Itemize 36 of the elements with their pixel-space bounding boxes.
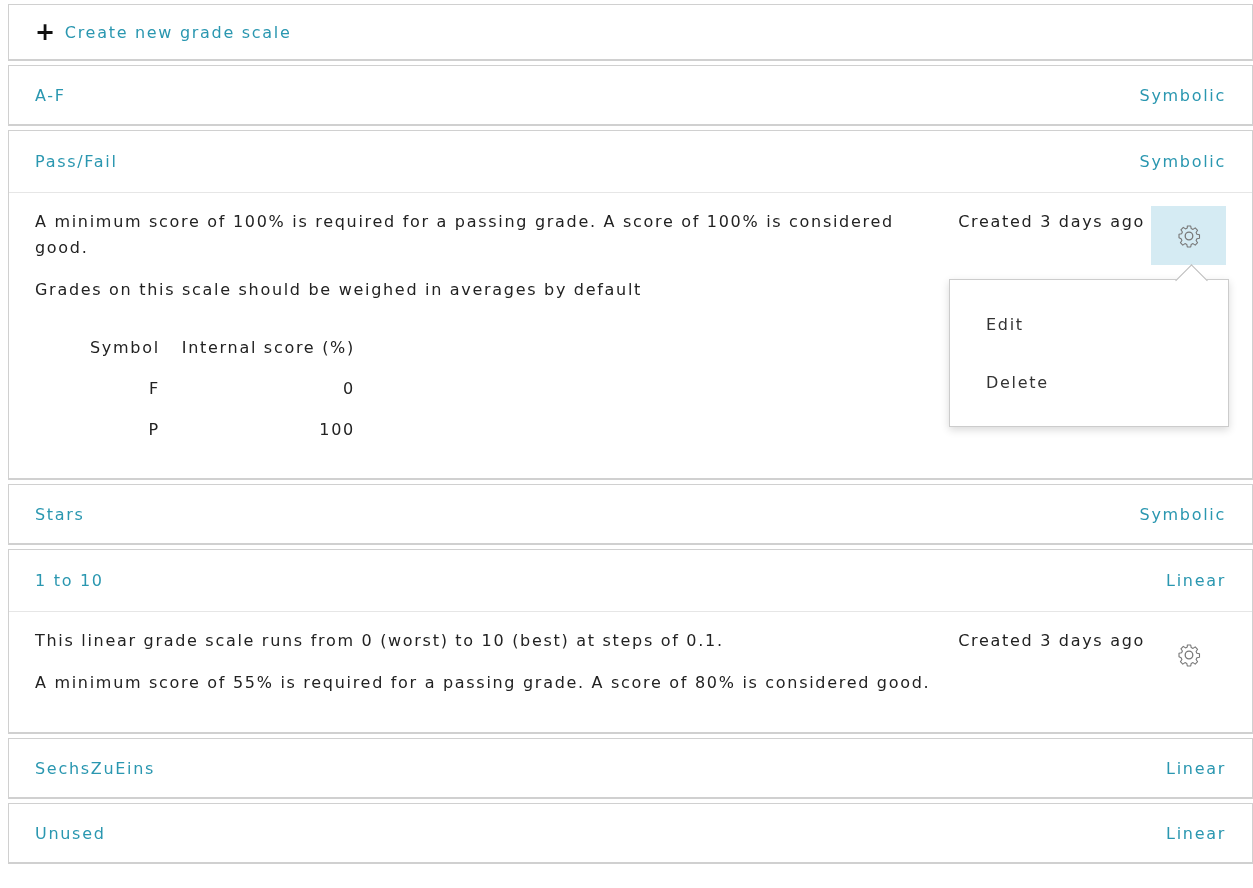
scale-name[interactable]: Unused xyxy=(35,823,106,843)
scale-header[interactable]: Unused Linear xyxy=(9,804,1252,862)
description-text: Grades on this scale should be weighed in averages by default xyxy=(35,279,644,301)
scale-header[interactable]: Stars Symbolic xyxy=(9,485,1252,543)
description-text: A minimum score of 100% is required for a passing grade. A score of 100% is considered good. xyxy=(35,211,895,259)
scale-name[interactable]: Stars xyxy=(35,504,85,524)
menu-item[interactable]: Delete xyxy=(950,354,1228,412)
scale-name[interactable]: 1 to 10 xyxy=(35,571,104,590)
table-cell-text: P xyxy=(147,419,161,441)
table-cell-text: 0 xyxy=(342,378,355,400)
settings-icon xyxy=(1176,642,1201,667)
scale-type: Linear xyxy=(1166,758,1226,778)
scale-type: Symbolic xyxy=(1139,152,1226,171)
scale-type: Symbolic xyxy=(1139,504,1226,524)
create-scale-link[interactable]: + Create new grade scale xyxy=(35,20,292,44)
menu-item[interactable]: Edit xyxy=(950,296,1228,354)
description-text: A minimum score of 55% is required for a passing grade. A score of 80% is considered good. xyxy=(35,672,932,694)
scale-name[interactable]: Pass/Fail xyxy=(35,152,118,171)
column-header: Symbol xyxy=(90,337,161,359)
settings-button[interactable] xyxy=(1151,206,1226,265)
scale-type: Linear xyxy=(1166,571,1226,590)
table-cell-text: F xyxy=(147,378,161,400)
table-cell-text: 100 xyxy=(318,419,355,441)
scale-type: Symbolic xyxy=(1139,85,1226,105)
column-header: Internal score (%) xyxy=(181,337,355,359)
scale-name[interactable]: A-F xyxy=(35,85,66,105)
scale-header[interactable]: Pass/Fail Symbolic xyxy=(9,131,1252,193)
created-text: Created 3 days ago xyxy=(958,211,1145,233)
scale-name[interactable]: SechsZuEins xyxy=(35,758,156,778)
scale-header[interactable]: SechsZuEins Linear xyxy=(9,739,1252,797)
scale-header[interactable]: 1 to 10 Linear xyxy=(9,550,1252,612)
settings-icon xyxy=(1176,223,1201,248)
created-text: Created 3 days ago xyxy=(958,630,1145,652)
description-text: This linear grade scale runs from 0 (worst) to 10 (best) at steps of 0.1. xyxy=(35,630,725,652)
scale-header[interactable]: A-F Symbolic xyxy=(9,66,1252,124)
scale-type: Linear xyxy=(1166,823,1226,843)
